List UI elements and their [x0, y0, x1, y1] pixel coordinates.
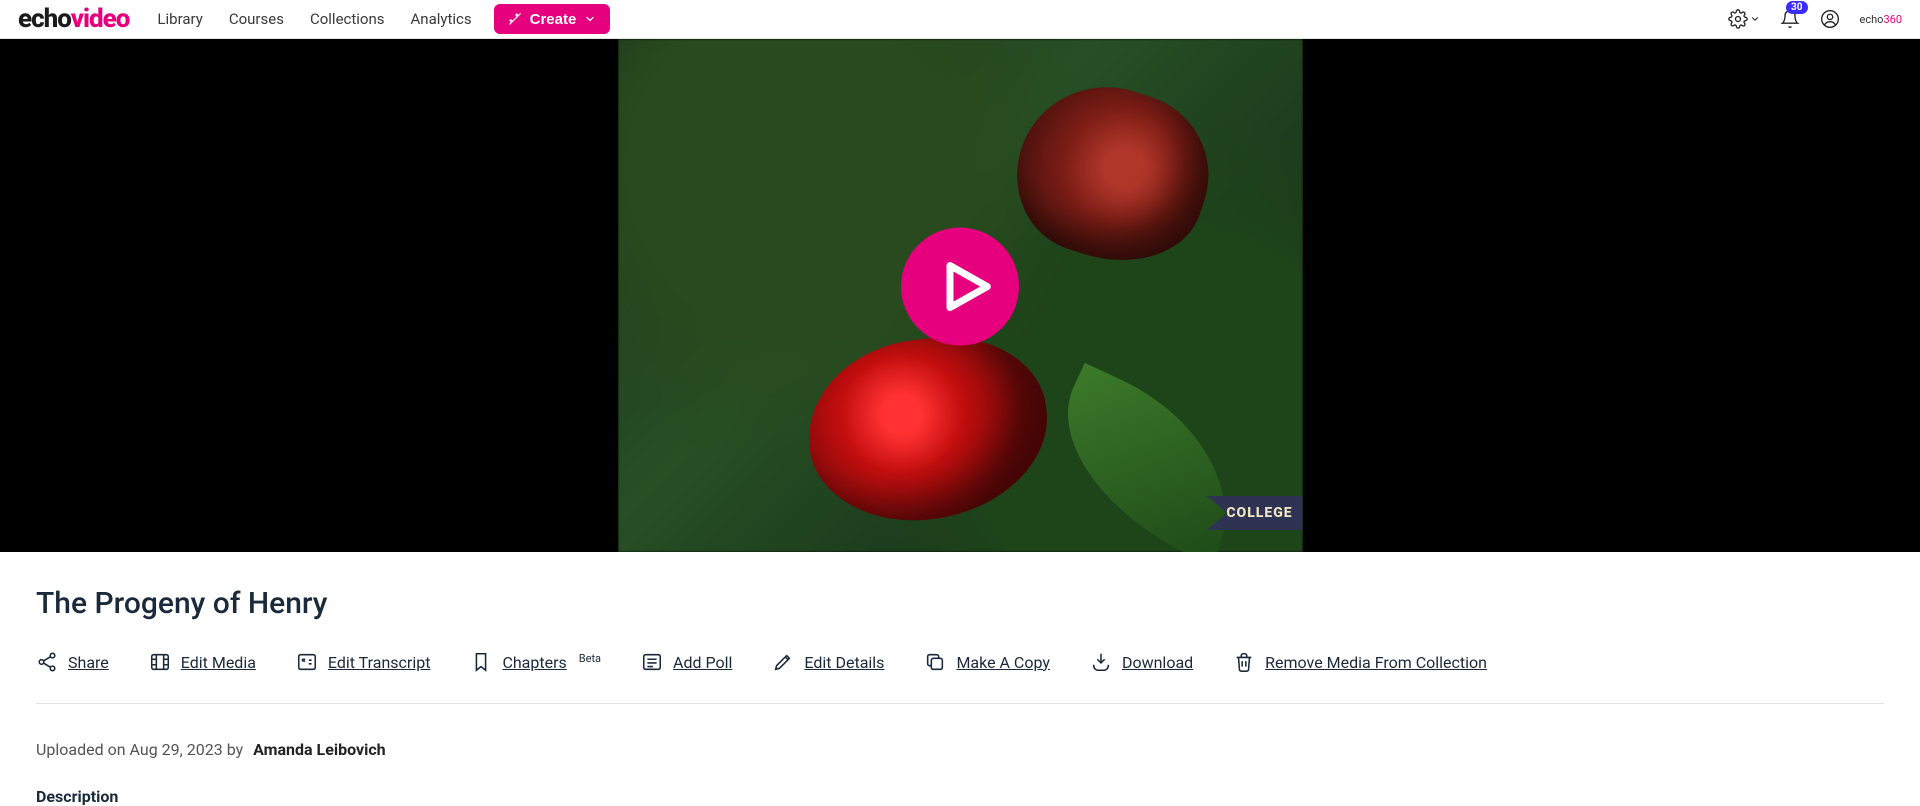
trash-icon [1233, 651, 1255, 673]
create-label: Create [530, 11, 577, 28]
description-heading: Description [36, 787, 1884, 806]
pencil-icon [772, 651, 794, 673]
video-frame[interactable]: COLLEGE [618, 39, 1303, 552]
share-label: Share [68, 653, 109, 672]
make-copy-action[interactable]: Make A Copy [924, 651, 1050, 673]
brandmark-text-2: 360 [1883, 13, 1902, 26]
nav-collections[interactable]: Collections [310, 10, 385, 28]
action-bar: Share Edit Media Edit Transcript Chapter… [36, 651, 1884, 704]
logo-text-1: echo [18, 4, 71, 34]
by-word: by [223, 740, 247, 759]
download-action[interactable]: Download [1090, 651, 1193, 673]
edit-media-action[interactable]: Edit Media [149, 651, 256, 673]
video-title: The Progeny of Henry [36, 586, 1884, 621]
chapters-label: Chapters [502, 653, 566, 672]
poll-icon [641, 651, 663, 673]
uploader-name[interactable]: Amanda Leibovich [253, 740, 386, 759]
user-circle-icon [1820, 9, 1840, 29]
nav-analytics[interactable]: Analytics [411, 10, 472, 28]
edit-transcript-action[interactable]: Edit Transcript [296, 651, 431, 673]
remove-label: Remove Media From Collection [1265, 653, 1487, 672]
logo-text-2: video [71, 4, 130, 34]
chapters-beta-badge: Beta [579, 652, 601, 665]
video-details: The Progeny of Henry Share Edit Media Ed… [0, 552, 1920, 806]
add-poll-label: Add Poll [673, 653, 732, 672]
edit-details-action[interactable]: Edit Details [772, 651, 884, 673]
edit-transcript-label: Edit Transcript [328, 653, 431, 672]
uploaded-date: Aug 29, 2023 [130, 740, 223, 759]
share-icon [36, 651, 58, 673]
remove-action[interactable]: Remove Media From Collection [1233, 651, 1487, 673]
wand-icon [508, 12, 522, 26]
edit-details-label: Edit Details [804, 653, 884, 672]
upload-meta: Uploaded on Aug 29, 2023 by Amanda Leibo… [36, 740, 1884, 759]
nav-library[interactable]: Library [157, 10, 202, 28]
download-icon [1090, 651, 1112, 673]
play-icon [936, 258, 992, 314]
gear-icon [1728, 9, 1748, 29]
uploaded-prefix: Uploaded on [36, 740, 130, 759]
bookmark-icon [470, 651, 492, 673]
brandmark-text-1: echo [1860, 13, 1884, 26]
share-action[interactable]: Share [36, 651, 109, 673]
chevron-down-icon [584, 13, 596, 25]
pennant-text: COLLEGE [1226, 505, 1292, 521]
caret-down-icon [1750, 14, 1760, 24]
edit-media-label: Edit Media [181, 653, 256, 672]
brand-logo[interactable]: echovideo [18, 4, 129, 34]
film-icon [149, 651, 171, 673]
nav-courses[interactable]: Courses [229, 10, 284, 28]
top-nav: echovideo Library Courses Collections An… [0, 0, 1920, 39]
settings-menu[interactable] [1728, 9, 1760, 29]
add-poll-action[interactable]: Add Poll [641, 651, 732, 673]
play-button[interactable] [901, 227, 1019, 345]
chapters-action[interactable]: Chapters Beta [470, 651, 601, 673]
notifications-button[interactable]: 30 [1780, 9, 1800, 29]
topnav-right: 30 echo360 [1728, 9, 1902, 29]
transcript-icon [296, 651, 318, 673]
create-button[interactable]: Create [494, 4, 611, 34]
download-label: Download [1122, 653, 1193, 672]
notification-badge: 30 [1786, 1, 1807, 14]
make-copy-label: Make A Copy [956, 653, 1050, 672]
video-stage: COLLEGE [0, 39, 1920, 552]
account-button[interactable] [1820, 9, 1840, 29]
primary-nav: Library Courses Collections Analytics [157, 10, 471, 28]
institution-brandmark[interactable]: echo360 [1860, 13, 1902, 26]
copy-icon [924, 651, 946, 673]
